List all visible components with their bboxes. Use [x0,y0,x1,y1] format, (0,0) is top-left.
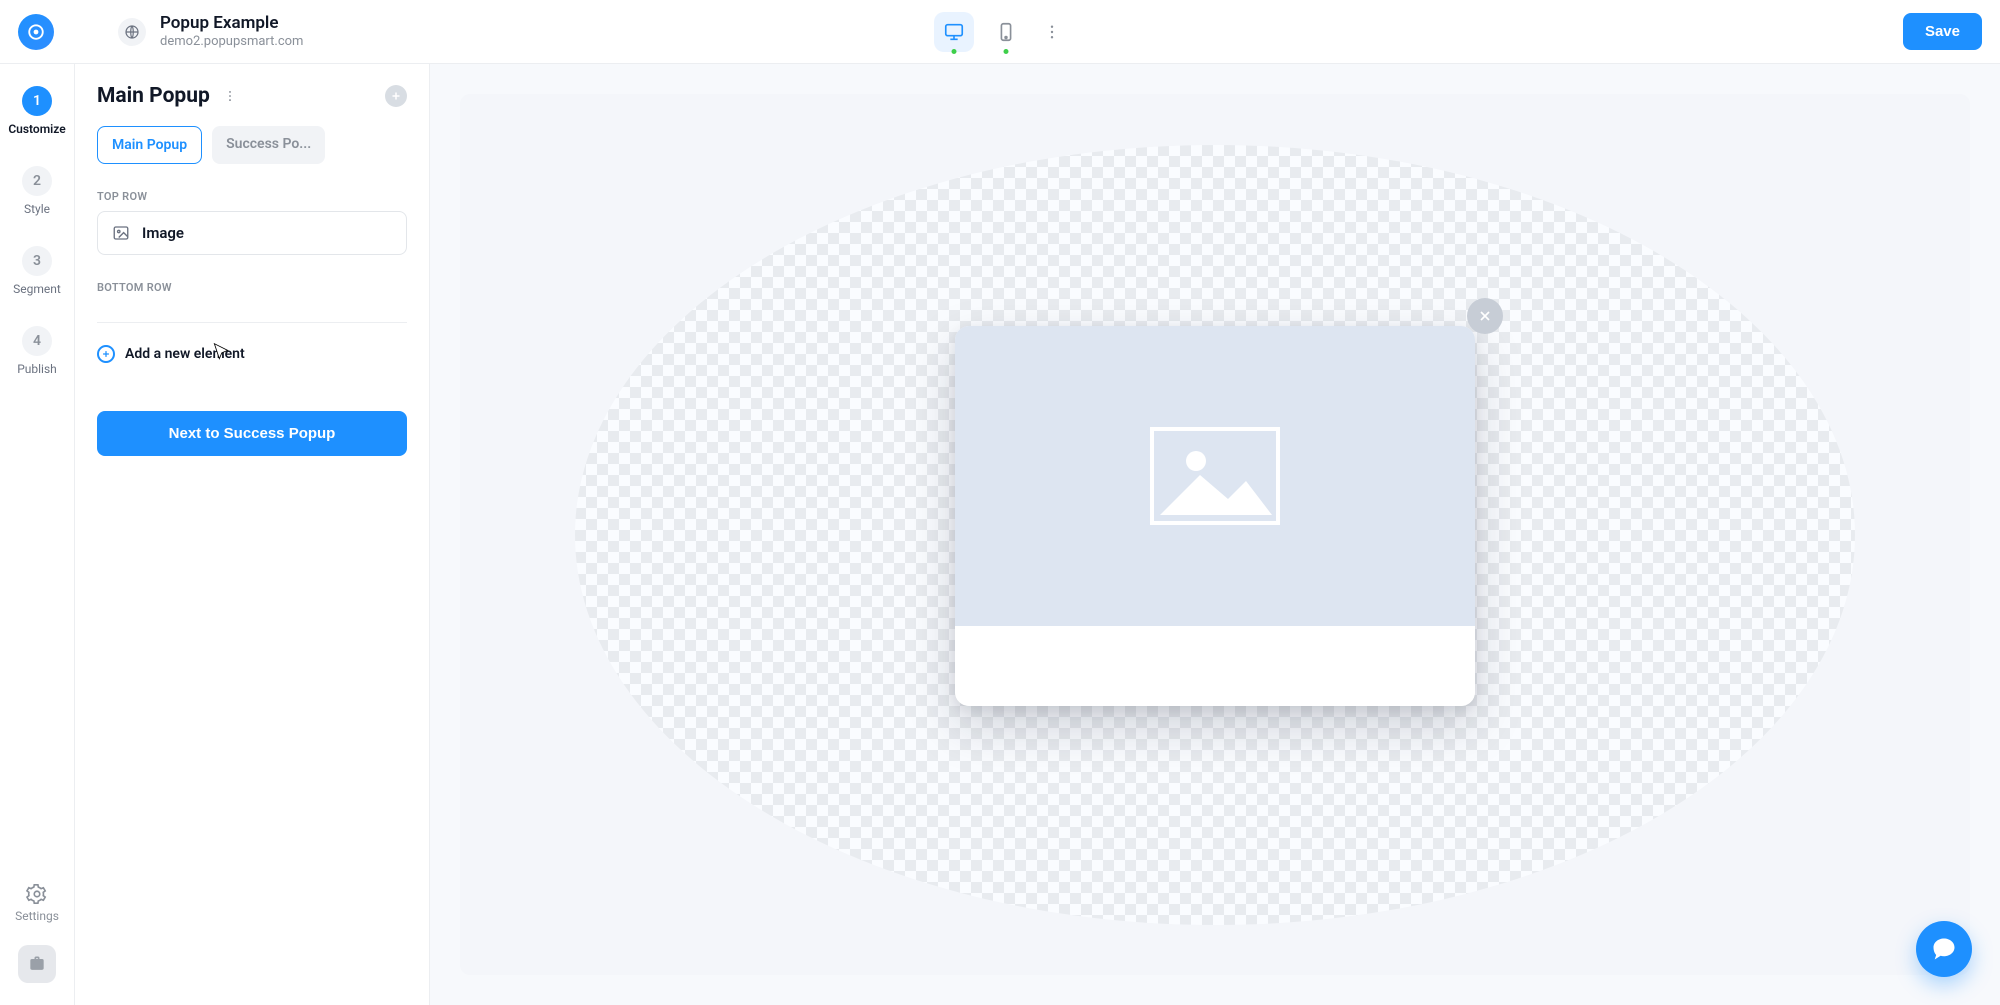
panel-title: Main Popup [97,84,210,108]
kebab-icon [1043,23,1061,41]
chat-fab[interactable] [1916,921,1972,977]
step-label: Style [24,202,50,216]
step-number: 2 [22,166,52,196]
customize-panel: Main Popup Main Popup Success Po... TOP … [75,64,430,1005]
popup-preview[interactable] [955,326,1475,706]
gear-icon [26,883,48,905]
step-style[interactable]: 2 Style [22,166,52,216]
project-domain: demo2.popupsmart.com [160,34,303,50]
popup-close-button[interactable] [1467,298,1503,334]
project-title: Popup Example [160,13,303,34]
kebab-icon [223,89,237,103]
add-element-label: Add a new element [125,346,245,362]
mobile-icon [995,21,1017,43]
logo-icon [27,23,45,41]
preview-canvas [430,64,2000,1005]
globe-button[interactable] [118,18,146,46]
device-switcher [934,12,1066,52]
step-segment[interactable]: 3 Segment [13,246,61,296]
add-popup-button[interactable] [385,85,407,107]
popup-bottom-row[interactable] [955,626,1475,706]
image-icon [112,224,130,242]
plus-icon [390,90,402,102]
active-dot-icon [1004,49,1009,54]
tab-main-popup[interactable]: Main Popup [97,126,202,164]
mobile-view-button[interactable] [986,12,1026,52]
desktop-icon [943,21,965,43]
plus-circle-icon [97,345,115,363]
brand-logo[interactable] [18,14,54,50]
image-placeholder-icon [1150,427,1280,525]
panel-more-button[interactable] [220,86,240,106]
step-label: Segment [13,282,61,296]
element-image[interactable]: Image [97,211,407,255]
save-button[interactable]: Save [1903,13,1982,50]
settings-label: Settings [15,909,59,923]
popup-image-placeholder[interactable] [955,326,1475,626]
top-bar: Popup Example demo2.popupsmart.com Save [0,0,2000,64]
briefcase-icon [27,954,47,974]
step-number: 3 [22,246,52,276]
step-rail: 1 Customize 2 Style 3 Segment 4 Publish … [0,64,75,1005]
element-label: Image [142,224,184,242]
chat-icon [1930,935,1958,963]
desktop-view-button[interactable] [934,12,974,52]
active-dot-icon [952,49,957,54]
globe-icon [124,24,140,40]
settings-button[interactable]: Settings [15,883,59,923]
step-publish[interactable]: 4 Publish [17,326,57,376]
step-label: Publish [17,362,57,376]
step-label: Customize [8,122,65,136]
add-element-button[interactable]: Add a new element [97,345,407,363]
step-customize[interactable]: 1 Customize [8,86,65,136]
panel-divider [97,322,407,323]
title-block: Popup Example demo2.popupsmart.com [160,13,303,51]
section-top-row-label: TOP ROW [97,190,407,203]
preview-stage[interactable] [460,94,1970,975]
next-button[interactable]: Next to Success Popup [97,411,407,456]
popup-tabs: Main Popup Success Po... [97,126,407,164]
close-icon [1477,308,1493,324]
step-number: 1 [22,86,52,116]
section-bottom-row-label: BOTTOM ROW [97,281,407,294]
briefcase-button[interactable] [18,945,56,983]
topbar-more-button[interactable] [1038,18,1066,46]
tab-success-popup[interactable]: Success Po... [212,126,325,164]
step-number: 4 [22,326,52,356]
